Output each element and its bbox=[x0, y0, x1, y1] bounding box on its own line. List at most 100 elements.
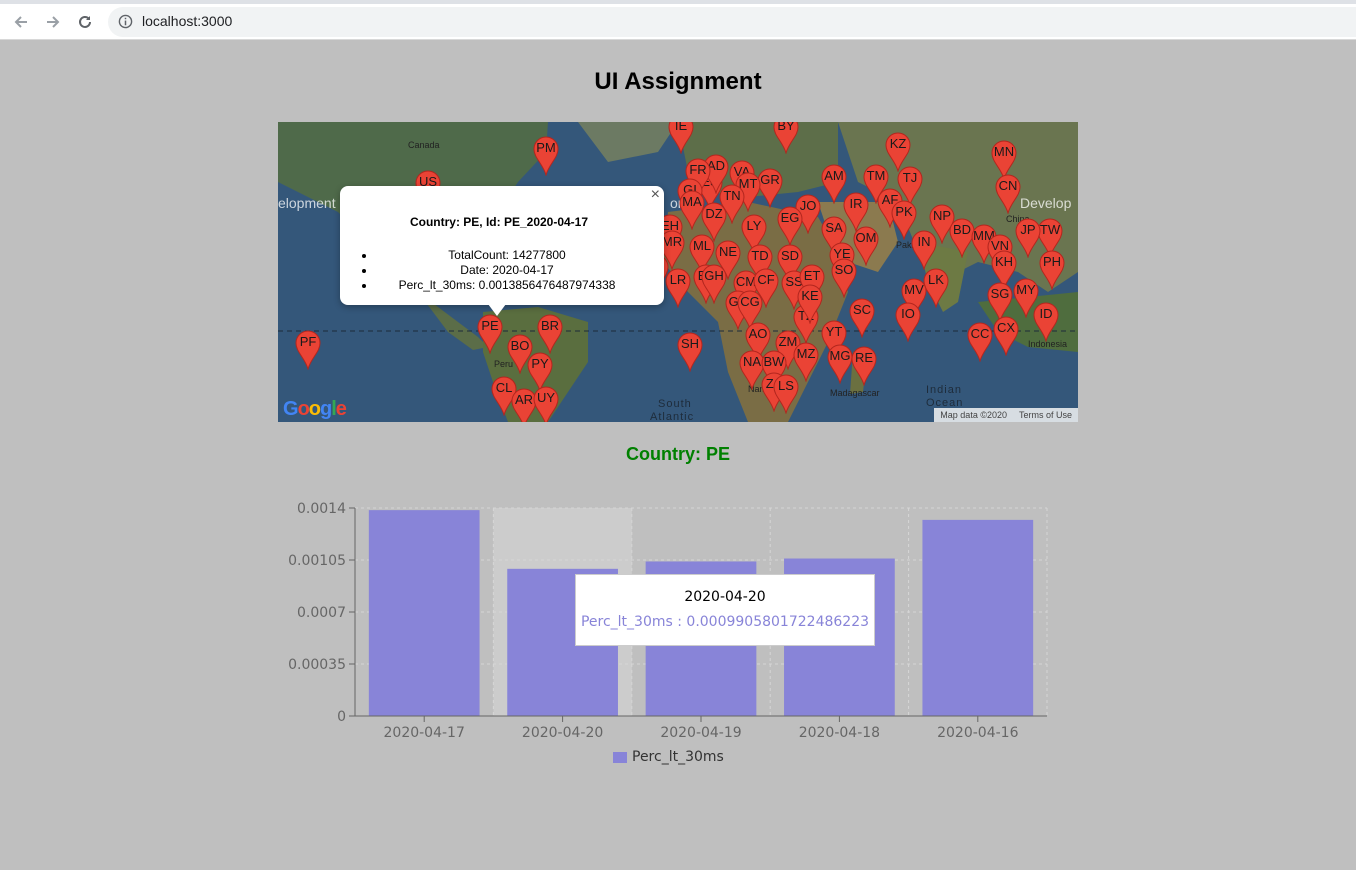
tooltip-value: Perc_lt_30ms : 0.0009905801722486223 bbox=[580, 614, 870, 630]
marker-label: JP bbox=[1020, 222, 1036, 237]
terms-link[interactable]: Terms of Use bbox=[1019, 410, 1072, 420]
marker-label: NE bbox=[718, 244, 738, 259]
map-data-text: Map data ©2020 bbox=[940, 410, 1007, 420]
marker-label: EG bbox=[780, 210, 800, 225]
marker-label: PK bbox=[895, 204, 913, 219]
marker-label: MY bbox=[1016, 282, 1036, 297]
map-marker-cn[interactable]: CN bbox=[995, 174, 1021, 214]
marker-label: IR bbox=[849, 196, 863, 211]
marker-label: OM bbox=[855, 230, 877, 245]
google-logo: Google bbox=[283, 398, 347, 420]
marker-label: SG bbox=[990, 286, 1010, 301]
map-marker-io[interactable]: IO bbox=[895, 302, 921, 342]
map-marker-pm[interactable]: PM bbox=[533, 136, 559, 176]
map-marker-ie[interactable]: IE bbox=[668, 122, 694, 154]
map-marker-in[interactable]: IN bbox=[911, 230, 937, 270]
marker-label: SA bbox=[825, 220, 843, 235]
country-heading: Country: PE bbox=[625, 444, 730, 464]
forward-icon[interactable] bbox=[40, 9, 66, 35]
info-window-title: Country: PE, Id: PE_2020-04-17 bbox=[409, 215, 589, 229]
marker-label: CN bbox=[998, 178, 1018, 193]
y-tick-label: 0.0007 bbox=[297, 605, 346, 621]
info-icon[interactable] bbox=[118, 14, 133, 33]
marker-label: TN bbox=[723, 188, 741, 203]
google-map[interactable]: Canada Peru Pakistan China Indonesia Mad… bbox=[278, 122, 1078, 422]
marker-label: AO bbox=[748, 326, 768, 341]
tooltip-date: 2020-04-20 bbox=[684, 589, 766, 605]
marker-label: SH bbox=[680, 336, 700, 351]
info-perc: Perc_lt_30ms: 0.0013856476487974338 bbox=[376, 278, 638, 293]
x-tick-label: 2020-04-18 bbox=[799, 725, 880, 741]
map-marker-uy[interactable]: UY bbox=[533, 386, 559, 422]
marker-label: BW bbox=[763, 354, 785, 369]
map-marker-ls[interactable]: LS bbox=[773, 374, 799, 414]
marker-label: SC bbox=[852, 302, 872, 317]
url-text[interactable]: localhost:3000 bbox=[142, 13, 232, 29]
map-marker-ph[interactable]: PH bbox=[1039, 250, 1065, 290]
map-marker-br[interactable]: BR bbox=[537, 314, 563, 354]
map-marker-ke[interactable]: KE bbox=[797, 284, 823, 324]
marker-label: IE bbox=[674, 122, 688, 133]
info-total-count: TotalCount: 14277800 bbox=[376, 248, 638, 263]
legend-swatch bbox=[613, 751, 627, 763]
marker-label: GH bbox=[704, 268, 724, 283]
marker-label: CG bbox=[740, 294, 760, 309]
info-window-list: TotalCount: 14277800 Date: 2020-04-17 Pe… bbox=[376, 248, 638, 293]
bar-2020-04-17 bbox=[368, 510, 480, 716]
marker-label: YT bbox=[825, 324, 843, 339]
marker-label: IO bbox=[901, 306, 915, 321]
marker-label: MN bbox=[993, 144, 1015, 159]
marker-label: ML bbox=[692, 238, 712, 253]
map-marker-so[interactable]: SO bbox=[831, 258, 857, 298]
marker-label: TJ bbox=[902, 170, 918, 185]
marker-label: SO bbox=[834, 262, 854, 277]
map-marker-sh[interactable]: SH bbox=[677, 332, 703, 372]
marker-label: RE bbox=[854, 350, 874, 365]
marker-label: CC bbox=[970, 326, 990, 341]
marker-label: TM bbox=[866, 168, 886, 183]
marker-label: FR bbox=[689, 162, 707, 177]
marker-label: PF bbox=[299, 334, 317, 349]
back-icon[interactable] bbox=[8, 9, 34, 35]
map-label: Madagascar bbox=[830, 388, 880, 398]
close-icon[interactable]: × bbox=[651, 186, 660, 204]
y-tick-label: 0 bbox=[337, 709, 346, 725]
map-label: Atlantic bbox=[650, 411, 695, 422]
map-marker-sc[interactable]: SC bbox=[849, 298, 875, 338]
marker-label: TD bbox=[751, 248, 769, 263]
map-label: Indian bbox=[926, 384, 962, 396]
map-marker-cc[interactable]: CC bbox=[967, 322, 993, 362]
address-bar[interactable]: localhost:3000 bbox=[108, 7, 1356, 37]
map-marker-pf[interactable]: PF bbox=[295, 330, 321, 370]
x-tick-label: 2020-04-17 bbox=[384, 725, 465, 741]
map-label: South bbox=[658, 398, 692, 410]
info-window-tail bbox=[488, 304, 506, 316]
y-tick-label: 0.00035 bbox=[288, 657, 346, 673]
browser-toolbar: localhost:3000 bbox=[0, 4, 1356, 40]
chart-legend[interactable]: Perc_lt_30ms bbox=[613, 749, 724, 765]
map-marker-jp[interactable]: JP bbox=[1015, 218, 1041, 258]
marker-label: UY bbox=[536, 390, 556, 405]
x-tick-label: 2020-04-20 bbox=[522, 725, 603, 741]
marker-label: KZ bbox=[889, 136, 907, 151]
map-marker-gh[interactable]: GH bbox=[701, 264, 727, 304]
map-marker-pe[interactable]: PE bbox=[477, 314, 503, 354]
map-marker-re[interactable]: RE bbox=[851, 346, 877, 386]
map-marker-eg[interactable]: EG bbox=[777, 206, 803, 246]
x-tick-label: 2020-04-16 bbox=[937, 725, 1018, 741]
marker-label: MV bbox=[904, 282, 924, 297]
marker-label: BR bbox=[540, 318, 560, 333]
page-title: UI Assignment bbox=[594, 68, 762, 95]
info-window: × Country: PE, Id: PE_2020-04-17 TotalCo… bbox=[340, 186, 664, 316]
marker-label: KE bbox=[801, 288, 819, 303]
marker-label: LS bbox=[778, 378, 794, 393]
map-marker-mg[interactable]: MG bbox=[827, 344, 853, 384]
map-marker-cx[interactable]: CX bbox=[993, 316, 1019, 356]
map-marker-by[interactable]: BY bbox=[773, 122, 799, 154]
dev-watermark: elopment bbox=[278, 195, 336, 211]
reload-icon[interactable] bbox=[72, 9, 98, 35]
marker-label: MG bbox=[829, 348, 851, 363]
info-date: Date: 2020-04-17 bbox=[376, 263, 638, 278]
map-marker-id[interactable]: ID bbox=[1033, 302, 1059, 342]
bar-2020-04-16 bbox=[922, 519, 1034, 716]
